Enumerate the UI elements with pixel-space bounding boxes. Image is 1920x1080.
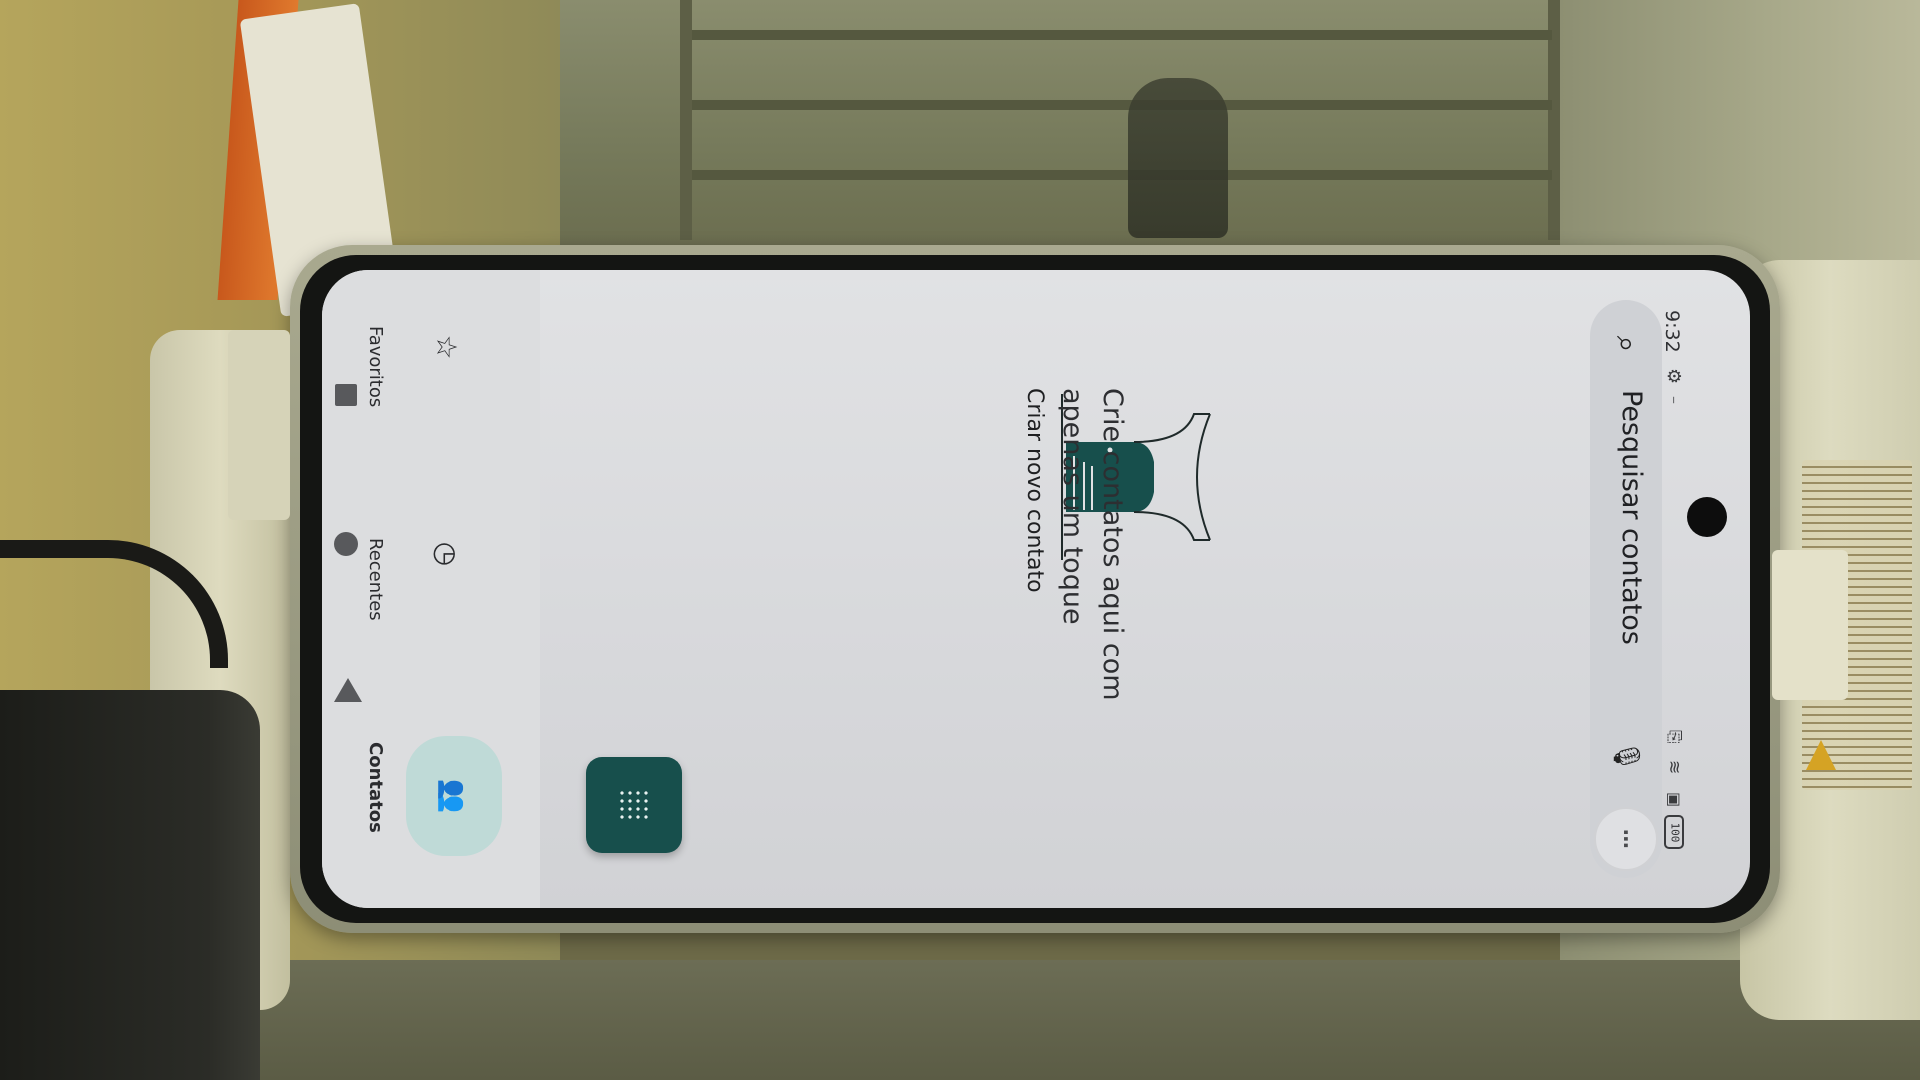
photo-scene: 9:32 ⚙ – ⎘ ≋ ▣ 100 ⌕ Pesquisar contatos … [0,0,1920,1080]
front-camera [1687,497,1727,537]
battery-level: 100 [1668,822,1682,843]
nav-item-contatos[interactable]: Contatos [365,742,386,833]
search-input[interactable]: Pesquisar contatos [1616,390,1647,645]
star-icon[interactable]: ☆ [426,327,466,367]
wifi-icon: ≋ [1664,760,1684,775]
empty-state-title: Crie contatos aqui com apenas um toque [1052,388,1132,701]
empty-state-title-line2: apenas um toque [1057,388,1088,625]
status-dash-icon: – [1665,396,1684,404]
contacts-icon[interactable]: 👥 [433,776,473,816]
phone-clamp-right [1772,550,1848,700]
window-bar [692,170,1552,180]
clock-icon[interactable]: ◷ [426,534,466,574]
phone-clamp [228,330,290,520]
background-person [1128,78,1228,238]
empty-state-title-line1: Crie contatos aqui com [1097,388,1128,701]
sim-icon: ▣ [1665,792,1684,808]
phone-screen: 9:32 ⚙ – ⎘ ≋ ▣ 100 ⌕ Pesquisar contatos … [322,270,1750,908]
window-bar [692,30,1552,40]
nav-item-favoritos[interactable]: Favoritos [365,326,386,407]
microphone-icon[interactable]: 🎙 [1608,738,1644,774]
home-button[interactable] [334,532,358,556]
nfc-icon: ⎘ [1664,730,1684,744]
background-window-frame [680,0,1560,240]
dark-equipment [0,690,260,1080]
search-icon[interactable]: ⌕ [1607,325,1645,363]
more-options-icon[interactable]: ⋯ [1608,819,1644,859]
background-floor [260,960,1920,1080]
nav-item-recentes[interactable]: Recentes [365,538,386,621]
status-time: 9:32 [1661,310,1683,353]
recent-apps-button[interactable] [335,384,357,406]
dialpad-icon[interactable] [618,789,650,821]
create-contact-link[interactable]: Criar novo contato [1022,388,1047,593]
settings-gear-icon: ⚙ [1663,368,1684,385]
back-button[interactable] [334,678,362,702]
window-bar [692,100,1552,110]
